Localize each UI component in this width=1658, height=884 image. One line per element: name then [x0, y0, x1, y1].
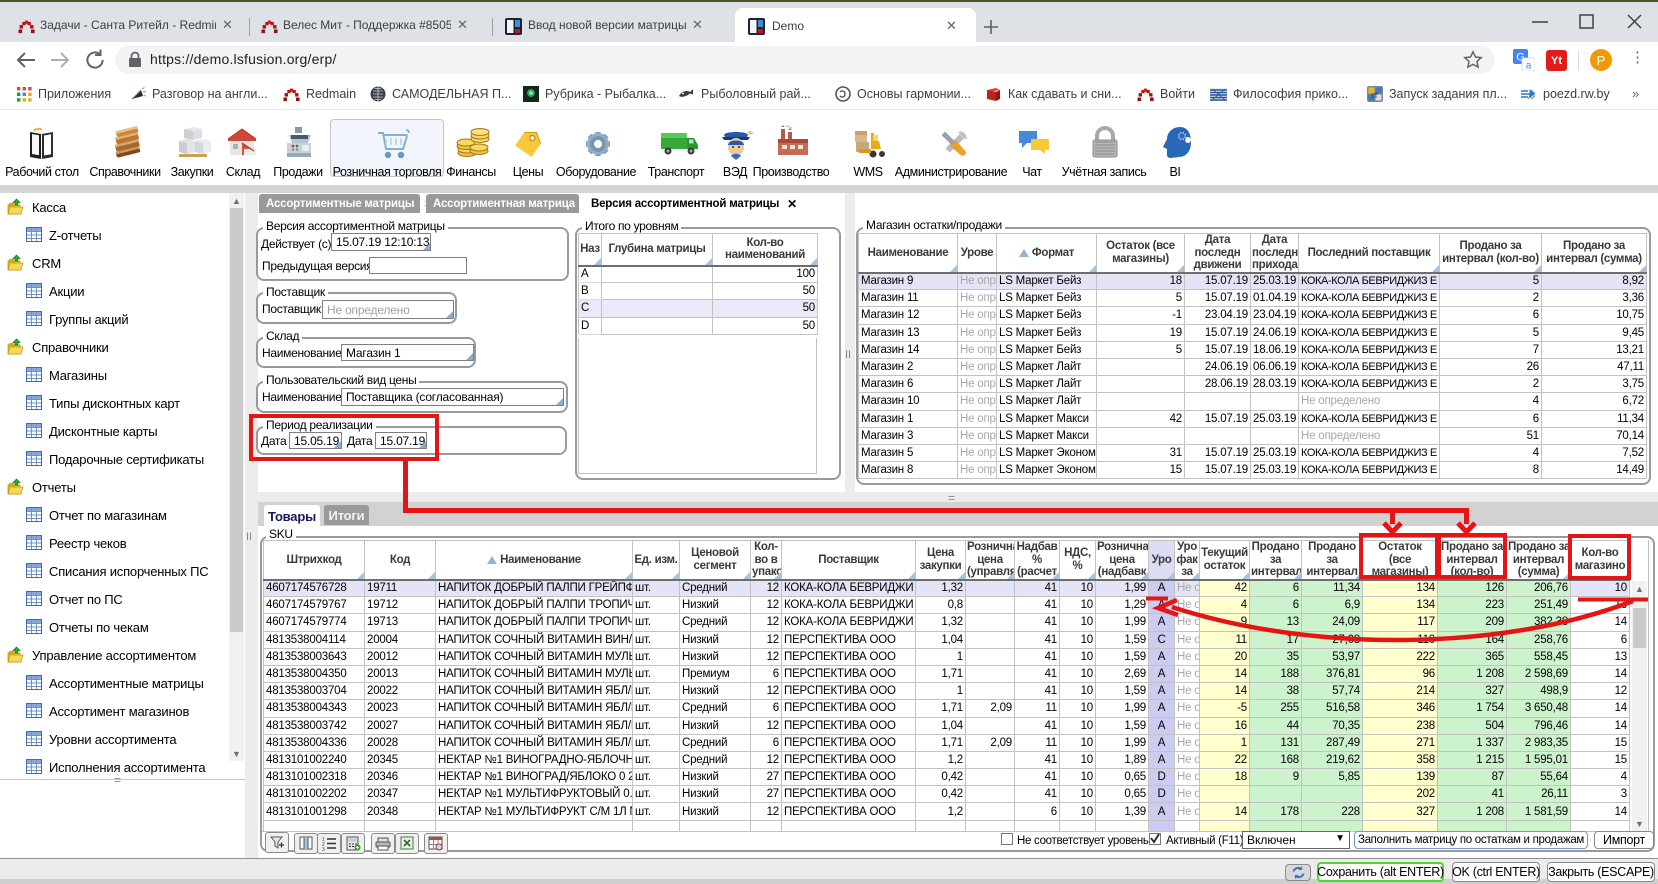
svg-text:3: 3 [322, 847, 325, 851]
svg-text:a: a [1526, 61, 1532, 72]
svg-text:IT: IT [1372, 93, 1379, 100]
